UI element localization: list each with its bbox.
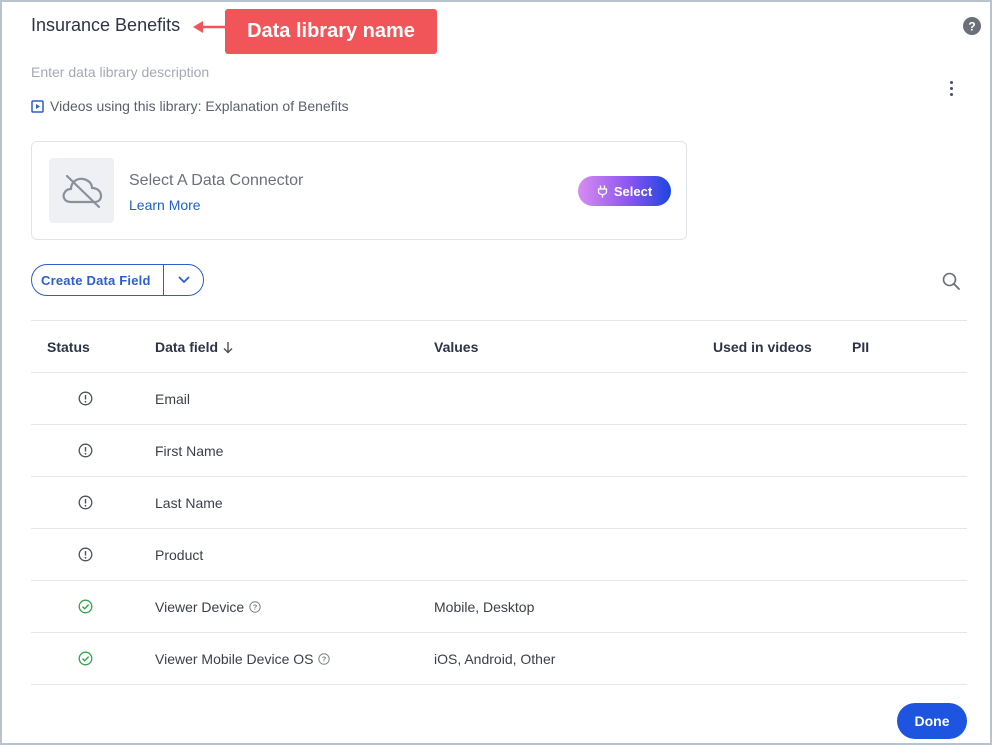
values-cell — [434, 528, 713, 581]
table-row[interactable]: Viewer Mobile Device OS? iOS, Android, Ot… — [31, 632, 967, 685]
column-values[interactable]: Values — [434, 320, 713, 373]
data-field-name: Last Name — [155, 494, 223, 511]
table-header-row: Status Data field Values Used in videos … — [31, 320, 967, 373]
connector-title: Select A Data Connector — [129, 172, 304, 189]
pii-cell — [852, 580, 967, 633]
data-field-name: Viewer Device — [155, 598, 245, 615]
library-title[interactable]: Insurance Benefits — [31, 15, 180, 36]
data-field-cell[interactable]: Last Name — [155, 476, 434, 529]
used-in-videos-cell — [713, 580, 852, 633]
help-icon[interactable]: ? — [963, 17, 981, 35]
table-row[interactable]: Product — [31, 528, 967, 581]
pii-cell — [852, 424, 967, 477]
connector-placeholder — [49, 158, 114, 223]
data-library-panel: Insurance Benefits Data library name ? E… — [0, 0, 992, 745]
column-status[interactable]: Status — [31, 320, 155, 373]
cloud-off-icon — [62, 174, 102, 208]
pii-cell — [852, 632, 967, 685]
done-button[interactable]: Done — [897, 703, 967, 739]
callout-arrow-icon — [193, 21, 225, 33]
status-cell — [31, 372, 155, 425]
check-circle-icon — [78, 651, 92, 666]
select-connector-button[interactable]: Select — [578, 176, 671, 206]
data-field-cell[interactable]: First Name — [155, 424, 434, 477]
videos-using-library: Videos using this library: Explanation o… — [31, 98, 349, 114]
used-in-videos-cell — [713, 476, 852, 529]
column-data-field-label: Data field — [155, 338, 219, 355]
help-circle-icon[interactable]: ? — [318, 652, 331, 665]
arrow-down-icon[interactable] — [223, 341, 233, 354]
svg-text:?: ? — [253, 602, 258, 611]
data-field-name: Email — [155, 390, 191, 407]
warning-circle-icon — [78, 443, 92, 458]
data-field-cell[interactable]: Viewer Device? — [155, 580, 434, 633]
warning-circle-icon — [78, 495, 92, 510]
table-row[interactable]: Viewer Device? Mobile, Desktop — [31, 580, 967, 633]
used-in-videos-cell — [713, 424, 852, 477]
plug-icon — [597, 185, 607, 197]
description-input[interactable]: Enter data library description — [31, 64, 209, 80]
svg-text:?: ? — [968, 20, 975, 34]
learn-more-link[interactable]: Learn More — [129, 197, 201, 213]
help-circle-icon[interactable]: ? — [249, 600, 261, 613]
status-cell — [31, 632, 155, 685]
values-cell: iOS, Android, Other — [434, 632, 713, 685]
data-field-cell[interactable]: Email — [155, 372, 434, 425]
data-field-name: First Name — [155, 442, 224, 459]
create-data-field-button[interactable]: Create Data Field — [32, 265, 164, 295]
svg-text:?: ? — [322, 654, 327, 663]
search-icon[interactable] — [941, 271, 961, 291]
table-row[interactable]: Email — [31, 372, 967, 425]
values-cell — [434, 424, 713, 477]
column-used-in-videos[interactable]: Used in videos — [713, 320, 852, 373]
status-cell — [31, 528, 155, 581]
status-cell — [31, 580, 155, 633]
data-field-cell[interactable]: Viewer Mobile Device OS? — [155, 632, 434, 685]
data-field-name: Product — [155, 546, 204, 563]
select-label: Select — [613, 183, 653, 199]
table-row[interactable]: Last Name — [31, 476, 967, 529]
used-in-videos-cell — [713, 372, 852, 425]
values-cell — [434, 372, 713, 425]
data-fields-table: Status Data field Values Used in videos … — [31, 320, 967, 685]
warning-circle-icon — [78, 547, 92, 562]
check-circle-icon — [78, 599, 92, 614]
more-options-icon[interactable] — [943, 78, 959, 98]
used-in-videos-cell — [713, 528, 852, 581]
data-field-name: Viewer Mobile Device OS — [155, 650, 314, 667]
data-connector-card: Select A Data Connector Learn More Selec… — [31, 141, 687, 240]
pii-cell — [852, 476, 967, 529]
create-data-field-split-button: Create Data Field — [31, 264, 204, 296]
create-options-dropdown[interactable] — [164, 265, 203, 295]
column-pii[interactable]: PII — [852, 320, 967, 373]
data-field-cell[interactable]: Product — [155, 528, 434, 581]
table-row[interactable]: First Name — [31, 424, 967, 477]
column-data-field[interactable]: Data field — [155, 320, 434, 373]
chevron-down-icon — [178, 276, 189, 283]
annotation-callout: Data library name — [225, 9, 437, 54]
status-cell — [31, 424, 155, 477]
videos-label: Videos using this library: Explanation o… — [50, 98, 349, 114]
values-cell: Mobile, Desktop — [434, 580, 713, 633]
status-cell — [31, 476, 155, 529]
pii-cell — [852, 372, 967, 425]
used-in-videos-cell — [713, 632, 852, 685]
pii-cell — [852, 528, 967, 581]
video-icon — [31, 99, 44, 113]
warning-circle-icon — [78, 391, 92, 406]
values-cell — [434, 476, 713, 529]
